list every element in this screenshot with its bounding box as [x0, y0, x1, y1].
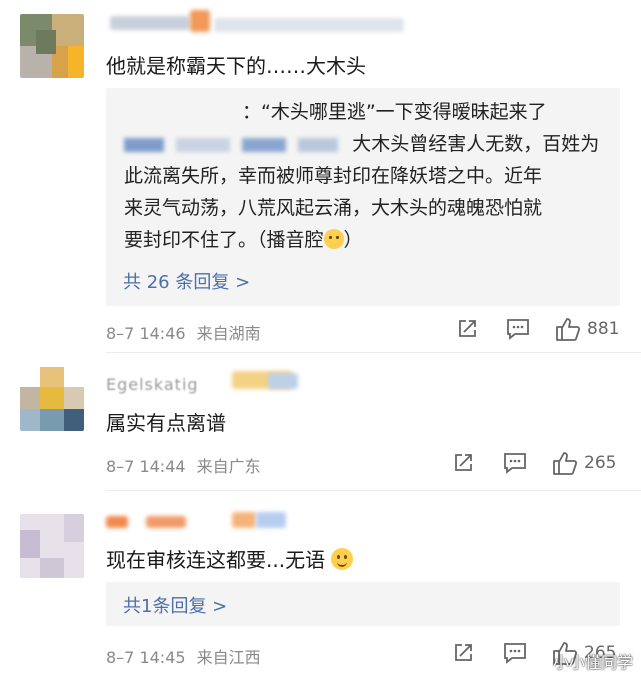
comment-time: 8–7 14:44 — [106, 457, 186, 476]
share-icon — [456, 318, 478, 340]
divider — [106, 490, 641, 491]
comment-button[interactable] — [503, 642, 527, 664]
comment-meta: 8–7 14:44 来自广东 — [106, 453, 261, 477]
like-icon — [555, 316, 581, 342]
comment-time: 8–7 14:46 — [106, 324, 186, 343]
avatar[interactable] — [20, 14, 84, 78]
watermark: 小小懂同学 — [552, 653, 633, 672]
share-button[interactable] — [452, 642, 474, 664]
avatar[interactable] — [20, 514, 84, 578]
username-blurred — [190, 10, 210, 32]
comment-button[interactable] — [506, 318, 530, 340]
reply-text: ：“木头哪里逃”一下变得暧昧起来了 大木头曾经害人无数，百姓为 此流离失所，幸而… — [124, 96, 608, 256]
comment-time: 8–7 14:45 — [106, 648, 186, 667]
reply-preview-box[interactable]: ：“木头哪里逃”一下变得暧昧起来了 大木头曾经害人无数，百姓为 此流离失所，幸而… — [106, 88, 620, 306]
share-button[interactable] — [452, 452, 474, 474]
comment-2: Egelskatig 属实有点离谱 8–7 14:44 来自广东 265 — [0, 355, 641, 490]
username-blurred — [256, 512, 286, 528]
reply-line: 大木头曾经害人无数，百姓为 — [124, 128, 608, 160]
avatar[interactable] — [20, 367, 84, 431]
view-replies-link[interactable]: 共1条回复 > — [123, 592, 227, 618]
comment-source: 来自广东 — [196, 457, 261, 476]
share-icon — [452, 452, 474, 474]
comment-3: 现在审核连这都要...无语 共1条回复 > 8–7 14:45 来自江西 265 — [0, 492, 641, 681]
comment-icon — [506, 318, 530, 340]
username-blurred — [176, 137, 231, 152]
like-count: 265 — [584, 453, 617, 473]
comment-text: 属实有点离谱 — [106, 411, 226, 435]
share-button[interactable] — [456, 318, 478, 340]
username-blurred — [268, 373, 298, 389]
comment-meta: 8–7 14:45 来自江西 — [106, 644, 261, 668]
reply-line: 此流离失所，幸而被师尊封印在降妖塔之中。近年 — [124, 165, 543, 187]
divider — [106, 352, 641, 353]
username-blurred — [146, 516, 186, 528]
share-icon — [452, 642, 474, 664]
comment-text: 他就是称霸天下的……大木头 — [106, 54, 366, 78]
doge-emoji-icon — [323, 229, 344, 249]
smile-emoji-icon — [331, 548, 354, 570]
comment-button[interactable] — [503, 452, 527, 474]
username-blurred — [242, 137, 287, 152]
comment-text: 现在审核连这都要...无语 — [106, 544, 354, 573]
username-blurred[interactable] — [110, 16, 190, 30]
username-blurred — [232, 512, 256, 528]
reply-line: ：“木头哪里逃”一下变得暧昧起来了 — [242, 101, 547, 123]
comment-source: 来自江西 — [196, 648, 261, 667]
like-button[interactable]: 881 — [555, 316, 619, 342]
comment-source: 来自湖南 — [196, 324, 261, 343]
comment-icon — [503, 642, 527, 664]
username[interactable]: Egelskatig — [106, 375, 199, 394]
like-button[interactable]: 265 — [552, 450, 616, 476]
view-replies-link[interactable]: 共 26 条回复 > — [123, 268, 250, 294]
username-blurred — [298, 137, 339, 152]
username-blurred[interactable] — [106, 516, 128, 528]
reply-preview-box[interactable]: 共1条回复 > — [106, 582, 620, 626]
like-icon — [552, 450, 578, 476]
reply-line: 要封印不住了。（播音腔） — [124, 229, 363, 251]
username-blurred[interactable] — [124, 137, 164, 152]
comment-meta: 8–7 14:46 来自湖南 — [106, 320, 261, 344]
like-count: 881 — [587, 319, 620, 339]
reply-line: 来灵气动荡，八荒风起云涌，大木头的魂魄恐怕就 — [124, 197, 543, 219]
comment-1: 他就是称霸天下的……大木头 ：“木头哪里逃”一下变得暧昧起来了 大木头曾经害人无… — [0, 0, 641, 355]
comment-icon — [503, 452, 527, 474]
username-blurred — [214, 18, 404, 32]
